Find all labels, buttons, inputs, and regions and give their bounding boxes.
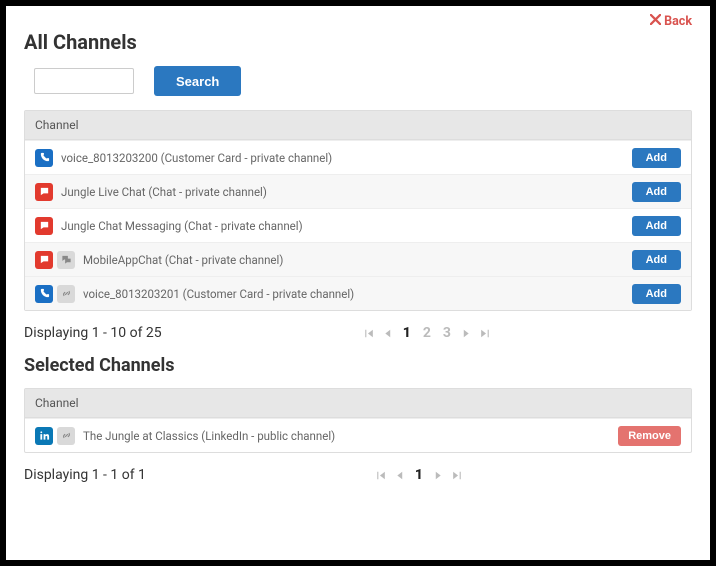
channel-label: voice_8013203201 (Customer Card - privat…	[83, 287, 632, 301]
add-button[interactable]: Add	[632, 148, 681, 168]
pager: 1 2 3	[162, 325, 692, 341]
page-number[interactable]: 1	[412, 467, 426, 483]
table-row: MobileAppChat (Chat - private channel) A…	[25, 242, 691, 276]
status-text: Displaying 1 - 1 of 1	[24, 467, 146, 483]
close-icon	[650, 14, 661, 29]
table-row: Jungle Live Chat (Chat - private channel…	[25, 174, 691, 208]
page-first-icon[interactable]	[362, 327, 375, 340]
channel-label: Jungle Live Chat (Chat - private channel…	[61, 185, 632, 199]
page-first-icon[interactable]	[374, 469, 387, 482]
page-next-icon[interactable]	[460, 327, 473, 340]
table-row: voice_8013203201 (Customer Card - privat…	[25, 276, 691, 310]
page-prev-icon[interactable]	[381, 327, 394, 340]
status-text: Displaying 1 - 10 of 25	[24, 325, 162, 341]
search-input[interactable]	[34, 68, 134, 94]
link-icon	[57, 285, 75, 303]
table-header: Channel	[25, 389, 691, 418]
page-title-selected: Selected Channels	[24, 355, 692, 376]
table-row: The Jungle at Classics (LinkedIn - publi…	[25, 418, 691, 452]
all-channels-table: Channel voice_8013203200 (Customer Card …	[24, 110, 692, 311]
channel-label: MobileAppChat (Chat - private channel)	[83, 253, 632, 267]
page-title-all: All Channels	[24, 30, 692, 54]
table-header: Channel	[25, 111, 691, 140]
page-last-icon[interactable]	[479, 327, 492, 340]
remove-button[interactable]: Remove	[618, 426, 681, 446]
link-icon	[57, 427, 75, 445]
page-next-icon[interactable]	[432, 469, 445, 482]
linkedin-icon	[35, 427, 53, 445]
pager: 1	[146, 467, 692, 483]
phone-icon	[35, 149, 53, 167]
search-button[interactable]: Search	[154, 66, 241, 96]
page-number[interactable]: 3	[440, 325, 454, 341]
phone-icon	[35, 285, 53, 303]
page-last-icon[interactable]	[451, 469, 464, 482]
add-button[interactable]: Add	[632, 182, 681, 202]
page-number[interactable]: 1	[400, 325, 414, 341]
channel-label: The Jungle at Classics (LinkedIn - publi…	[83, 429, 618, 443]
back-button[interactable]: Back	[650, 14, 692, 29]
table-row: Jungle Chat Messaging (Chat - private ch…	[25, 208, 691, 242]
add-button[interactable]: Add	[632, 284, 681, 304]
channel-label: Jungle Chat Messaging (Chat - private ch…	[61, 219, 632, 233]
add-button[interactable]: Add	[632, 216, 681, 236]
page-prev-icon[interactable]	[393, 469, 406, 482]
channel-label: voice_8013203200 (Customer Card - privat…	[61, 151, 632, 165]
add-button[interactable]: Add	[632, 250, 681, 270]
chat-icon	[35, 251, 53, 269]
page-number[interactable]: 2	[420, 325, 434, 341]
chat-icon	[35, 183, 53, 201]
selected-channels-table: Channel The Jungle at Classics (LinkedIn…	[24, 388, 692, 453]
chat-icon	[35, 217, 53, 235]
messaging-icon	[57, 251, 75, 269]
table-row: voice_8013203200 (Customer Card - privat…	[25, 140, 691, 174]
back-label: Back	[664, 14, 692, 29]
